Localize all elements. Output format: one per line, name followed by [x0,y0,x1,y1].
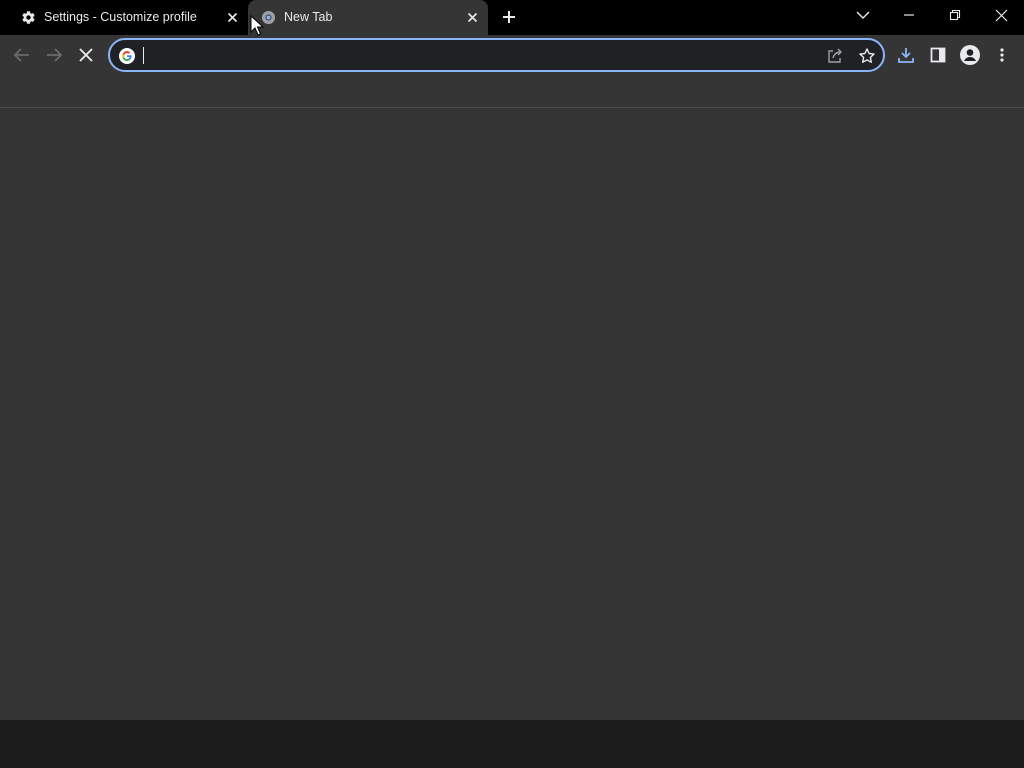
menu-button[interactable] [992,45,1012,65]
gear-icon [21,10,36,25]
share-icon[interactable] [826,47,844,65]
chevron-down-icon [856,11,870,19]
arrow-left-icon [13,48,29,62]
mouse-cursor-icon [250,14,265,37]
page-content [0,108,1024,720]
profile-button[interactable] [960,45,980,65]
restore-button[interactable] [932,0,978,30]
minimize-button[interactable] [886,0,932,30]
stop-loading-button[interactable] [76,45,96,65]
close-icon [995,9,1007,21]
tab-settings[interactable]: Settings - Customize profile [8,0,248,35]
close-icon [79,48,93,62]
side-panel-button[interactable] [928,45,948,65]
new-tab-button[interactable] [499,7,519,27]
address-bar[interactable] [108,38,885,72]
side-panel-icon [930,47,946,63]
close-icon[interactable] [465,10,480,25]
downloads-button[interactable] [896,45,916,65]
forward-button[interactable] [44,45,64,65]
avatar-icon [960,45,980,65]
kebab-menu-icon [1000,48,1004,62]
text-caret [143,47,144,64]
tab-title: Settings - Customize profile [44,10,197,24]
minimize-icon [904,14,914,16]
window-bottom-strip [0,720,1024,768]
bookmarks-bar [0,75,1024,108]
download-icon [898,48,914,63]
omnibox-input[interactable] [142,45,802,65]
arrow-right-icon [47,48,63,62]
bookmark-star-icon[interactable] [858,47,876,65]
close-window-button[interactable] [978,0,1024,30]
google-icon [119,48,135,64]
tab-search-button[interactable] [840,0,886,30]
tab-title: New Tab [284,10,333,24]
close-icon[interactable] [225,10,240,25]
tab-strip: Settings - Customize profile New Tab [0,0,1024,35]
tab-new-tab[interactable]: New Tab [248,0,488,35]
back-button[interactable] [12,45,32,65]
restore-icon [949,9,961,21]
